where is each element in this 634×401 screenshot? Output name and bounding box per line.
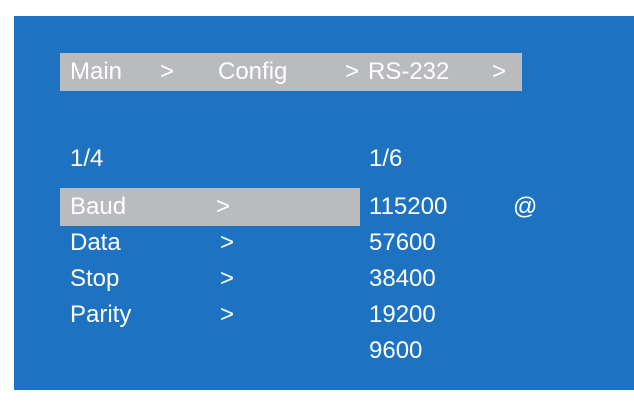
baud-option-38400[interactable]: 38400 (369, 264, 436, 294)
chevron-right-icon: > (220, 229, 235, 256)
baud-option-9600[interactable]: 9600 (369, 336, 422, 366)
baud-option-57600[interactable]: 57600 (369, 228, 436, 258)
breadcrumb-item-main[interactable]: Main (70, 57, 122, 87)
menu-item-label: Stop (70, 265, 120, 292)
breadcrumb (60, 53, 522, 91)
chevron-right-icon: > (220, 301, 235, 328)
breadcrumb-separator: > (160, 58, 175, 85)
baud-option-115200[interactable]: 115200 (369, 192, 447, 222)
chevron-right-icon: > (216, 193, 231, 220)
right-page-indicator: 1/6 (369, 145, 403, 172)
menu-item-label: Baud (70, 193, 127, 220)
breadcrumb-item-rs232[interactable]: RS-232 (368, 57, 449, 87)
chevron-right-icon: > (220, 265, 235, 292)
lcd-screen: Main > Config > RS-232 > 1/4 1/6 Baud > … (14, 16, 634, 390)
menu-item-label: Data (70, 229, 121, 256)
breadcrumb-separator: > (492, 58, 507, 85)
breadcrumb-item-config[interactable]: Config (218, 57, 287, 87)
left-page-indicator: 1/4 (70, 145, 104, 172)
breadcrumb-separator: > (345, 58, 360, 85)
current-value-marker: @ (513, 193, 538, 220)
baud-option-19200[interactable]: 19200 (369, 300, 436, 330)
menu-item-label: Parity (70, 301, 132, 328)
